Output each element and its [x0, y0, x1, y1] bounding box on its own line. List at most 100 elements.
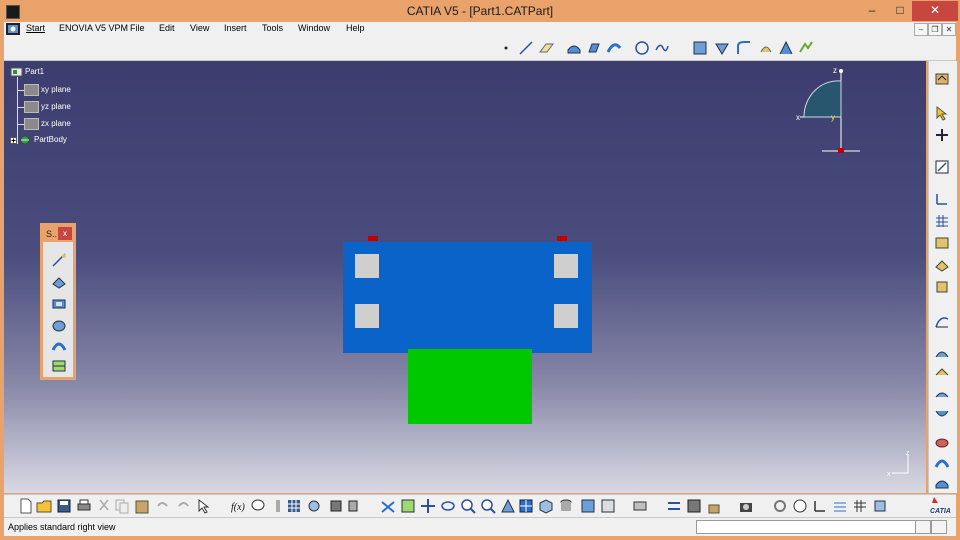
doc-minimize-button[interactable]: – — [914, 23, 928, 36]
capture-icon[interactable] — [738, 498, 754, 514]
shaft-icon[interactable] — [51, 318, 67, 334]
menu-enovia[interactable]: ENOVIA V5 VPM — [59, 23, 128, 33]
part-bottom-face[interactable] — [408, 349, 532, 424]
tree-item-yz-plane[interactable]: yz plane — [24, 101, 71, 113]
sweep-surface-icon[interactable] — [606, 40, 622, 56]
layer-grid-icon[interactable] — [852, 498, 868, 514]
tree-item-xy-plane[interactable]: xy plane — [24, 84, 71, 96]
maximize-button[interactable]: □ — [886, 1, 914, 21]
cut-icon[interactable] — [96, 498, 112, 514]
command-cancel-button[interactable] — [931, 520, 947, 534]
zoom-in-icon[interactable] — [460, 498, 476, 514]
print-icon[interactable] — [76, 498, 92, 514]
doc-close-button[interactable]: ✕ — [942, 23, 956, 36]
translate-icon[interactable] — [758, 40, 774, 56]
snap-icon[interactable] — [832, 498, 848, 514]
pad-icon[interactable] — [51, 274, 67, 290]
open-icon[interactable] — [36, 498, 52, 514]
menu-window[interactable]: Window — [298, 23, 330, 33]
minimize-button[interactable]: – — [858, 1, 886, 21]
hole-top-right[interactable] — [554, 254, 578, 278]
swap-space-icon[interactable] — [600, 498, 616, 514]
multi-view-icon[interactable] — [518, 498, 534, 514]
update-icon[interactable] — [346, 498, 362, 514]
circle-icon[interactable] — [634, 40, 650, 56]
offset-icon[interactable] — [934, 365, 950, 381]
save-icon[interactable] — [56, 498, 72, 514]
hole-bottom-left[interactable] — [355, 304, 379, 328]
doc-restore-button[interactable]: ❐ — [928, 23, 942, 36]
split-icon[interactable] — [714, 40, 730, 56]
pocket-icon[interactable] — [51, 296, 67, 312]
render-style-icon[interactable] — [558, 498, 574, 514]
sketcher-icon[interactable] — [934, 159, 950, 175]
revolve-surface-icon[interactable] — [586, 40, 602, 56]
copy-icon[interactable] — [114, 498, 130, 514]
measure-icon[interactable] — [934, 127, 950, 143]
fill-icon[interactable] — [934, 405, 950, 421]
iso-view-icon[interactable] — [538, 498, 554, 514]
scan-icon[interactable] — [328, 498, 344, 514]
curve-analysis-icon[interactable] — [934, 313, 950, 329]
menu-start[interactable]: Start — [26, 23, 45, 33]
tree-item-partbody[interactable]: PartBody — [10, 135, 67, 145]
zoom-out-icon[interactable] — [480, 498, 496, 514]
apply-material-icon[interactable] — [632, 498, 648, 514]
whats-this-icon[interactable] — [196, 498, 212, 514]
compare-icon[interactable] — [666, 498, 682, 514]
spline-icon[interactable] — [654, 40, 670, 56]
hide-show-icon[interactable] — [580, 498, 596, 514]
catalog-icon[interactable] — [934, 235, 950, 251]
close-button[interactable]: ✕ — [912, 1, 958, 21]
refresh-icon[interactable] — [772, 498, 788, 514]
point-icon[interactable] — [498, 40, 514, 56]
menu-help[interactable]: Help — [346, 23, 365, 33]
macro-icon[interactable] — [270, 498, 286, 514]
rotate-icon[interactable] — [440, 498, 456, 514]
fillet-icon[interactable] — [736, 40, 752, 56]
blend-icon[interactable] — [934, 385, 950, 401]
lock-icon[interactable] — [706, 498, 722, 514]
redo-icon[interactable] — [176, 498, 192, 514]
undo-icon[interactable] — [154, 498, 170, 514]
tree-reorder-icon[interactable] — [306, 498, 322, 514]
line-icon[interactable] — [518, 40, 534, 56]
formula-icon[interactable]: f(x) — [230, 498, 246, 514]
boundary-icon[interactable] — [934, 455, 950, 471]
new-icon[interactable] — [18, 498, 34, 514]
surface-icon[interactable] — [934, 345, 950, 361]
pan-icon[interactable] — [420, 498, 436, 514]
tools-palette-icon[interactable] — [686, 498, 702, 514]
sketch-toolbar-header[interactable]: S.. x — [43, 226, 73, 242]
material-icon[interactable] — [934, 257, 950, 273]
menu-view[interactable]: View — [190, 23, 209, 33]
table-icon[interactable] — [286, 498, 302, 514]
groove-icon[interactable] — [51, 338, 67, 354]
tree-item-zx-plane[interactable]: zx plane — [24, 118, 71, 130]
healing-icon[interactable] — [934, 435, 950, 451]
menu-file[interactable]: File — [130, 23, 145, 33]
sketch-floating-toolbar[interactable]: S.. x — [40, 223, 76, 380]
menu-insert[interactable]: Insert — [224, 23, 247, 33]
fly-mode-icon[interactable] — [380, 498, 396, 514]
menu-edit[interactable]: Edit — [159, 23, 175, 33]
layer-icon[interactable] — [872, 498, 888, 514]
compass-widget[interactable]: z x y — [796, 67, 866, 157]
rib-icon[interactable] — [51, 358, 67, 374]
axis-system-icon[interactable] — [934, 191, 950, 207]
paste-icon[interactable] — [134, 498, 150, 514]
start-menu-icon[interactable] — [6, 23, 20, 35]
sketch-icon[interactable] — [51, 252, 67, 268]
3d-viewport[interactable]: Part1 xy plane yz plane zx plane PartBod… — [4, 61, 926, 493]
sketch-toolbar-close-button[interactable]: x — [58, 227, 72, 240]
menu-tools[interactable]: Tools — [262, 23, 283, 33]
law-icon[interactable] — [798, 40, 814, 56]
join-icon[interactable] — [692, 40, 708, 56]
axis-icon[interactable] — [812, 498, 828, 514]
extrapolate-icon[interactable] — [778, 40, 794, 56]
globe-icon[interactable] — [792, 498, 808, 514]
knowledge-icon[interactable] — [250, 498, 266, 514]
hole-top-left[interactable] — [355, 254, 379, 278]
fit-all-icon[interactable] — [400, 498, 416, 514]
extrude-surface-icon[interactable] — [566, 40, 582, 56]
